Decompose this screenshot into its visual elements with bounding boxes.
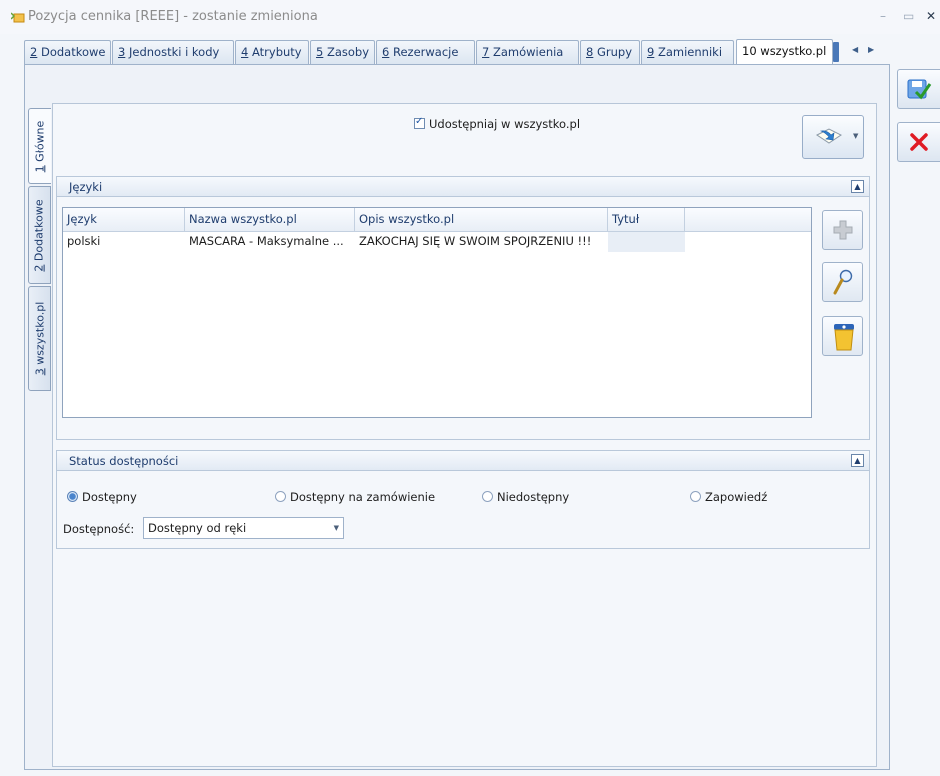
save-button[interactable] <box>897 69 940 109</box>
languages-grid: Język Nazwa wszystko.pl Opis wszystko.pl… <box>62 207 812 418</box>
add-language-button[interactable] <box>822 210 863 250</box>
dropdown-arrow-icon: ▼ <box>853 132 859 140</box>
availability-field-label: Dostępność: <box>63 522 135 536</box>
close-window-button[interactable]: ✕ <box>926 9 936 23</box>
tab-scroll-right-icon[interactable]: ▶ <box>868 45 874 54</box>
checkbox-checked-icon[interactable] <box>414 116 425 129</box>
tab-rezerwacje[interactable]: 6 Rezerwacje <box>376 40 475 64</box>
tab-zasoby[interactable]: 5 Zasoby <box>310 40 375 64</box>
window-title: Pozycja cennika [REEE] - zostanie zmieni… <box>28 9 318 24</box>
tab-dodatkowe[interactable]: 2 Dodatkowe <box>24 40 111 64</box>
grid-header: Język Nazwa wszystko.pl Opis wszystko.pl… <box>63 208 811 232</box>
magnifier-icon <box>833 269 853 295</box>
trash-can-icon <box>834 324 854 351</box>
tab-jednostki-i-kody[interactable]: 3 Jednostki i kody <box>112 40 234 64</box>
title-bar: Pozycja cennika [REEE] - zostanie zmieni… <box>0 0 940 34</box>
collapse-availability-icon[interactable]: ▲ <box>851 454 864 467</box>
share-checkbox[interactable]: Udostępniaj w wszystko.pl <box>414 116 581 131</box>
radio-unselected-icon[interactable] <box>690 491 701 502</box>
share-label: Udostępniaj w wszystko.pl <box>429 117 581 131</box>
tab-zamowienia[interactable]: 7 Zamówienia <box>476 40 579 64</box>
column-jezyk[interactable]: Język <box>63 208 185 232</box>
template-menu-button[interactable]: ▼ <box>802 115 864 159</box>
tab-atrybuty[interactable]: 4 Atrybuty <box>235 40 309 64</box>
vtab-dodatkowe[interactable]: 2 Dodatkowe <box>28 186 51 284</box>
cancel-button[interactable] <box>897 122 940 162</box>
minimize-button[interactable]: – <box>880 9 886 23</box>
chevron-down-icon: ▼ <box>333 524 339 532</box>
radio-unselected-icon[interactable] <box>482 491 493 502</box>
radio-unselected-icon[interactable] <box>275 491 286 502</box>
table-row[interactable]: polski MASCARA - Maksymalne ... ZAKOCHAJ… <box>63 232 685 252</box>
tab-scroll-left-icon[interactable]: ◀ <box>852 45 858 54</box>
column-tytul[interactable]: Tytuł <box>608 208 685 232</box>
delete-language-button[interactable] <box>822 316 863 356</box>
availability-select[interactable]: Dostępny od ręki ▼ <box>143 517 344 539</box>
radio-niedostepny[interactable]: Niedostępny <box>482 490 569 504</box>
price-list-icon <box>11 12 25 23</box>
plus-icon <box>833 220 853 240</box>
cell-name: MASCARA - Maksymalne ... <box>189 234 344 248</box>
edit-language-button[interactable] <box>822 262 863 302</box>
vtab-glowne[interactable]: 1 Główne <box>28 108 51 184</box>
template-arrow-icon <box>816 128 842 144</box>
tab-wszystko-pl[interactable]: 10 wszystko.pl <box>736 39 833 65</box>
tab-grupy[interactable]: 8 Grupy <box>580 40 640 64</box>
cell-language: polski <box>67 234 101 248</box>
maximize-button[interactable]: ▭ <box>903 9 914 23</box>
languages-header: Języki ▲ <box>56 176 870 197</box>
radio-selected-icon[interactable] <box>67 491 78 502</box>
tab-overflow-stub <box>833 42 839 62</box>
radio-zapowiedz[interactable]: Zapowiedź <box>690 490 767 504</box>
vtab-wszystko-pl[interactable]: 3 wszystko.pl <box>28 286 51 391</box>
radio-dostepny[interactable]: Dostępny <box>67 490 137 504</box>
radio-dostepny-na-zamowienie[interactable]: Dostępny na zamówienie <box>275 490 435 504</box>
column-nazwa[interactable]: Nazwa wszystko.pl <box>185 208 355 232</box>
availability-title: Status dostępności <box>69 454 179 468</box>
availability-header: Status dostępności ▲ <box>56 450 870 471</box>
column-opis[interactable]: Opis wszystko.pl <box>355 208 608 232</box>
cell-title <box>608 232 685 252</box>
close-icon <box>910 133 928 151</box>
tab-zamienniki[interactable]: 9 Zamienniki <box>641 40 734 64</box>
save-icon <box>907 79 932 100</box>
availability-select-value: Dostępny od ręki <box>148 521 247 535</box>
cell-description: ZAKOCHAJ SIĘ W SWOIM SPOJRZENIU !!! <box>359 234 592 248</box>
collapse-languages-icon[interactable]: ▲ <box>851 180 864 193</box>
languages-title: Języki <box>69 180 103 194</box>
